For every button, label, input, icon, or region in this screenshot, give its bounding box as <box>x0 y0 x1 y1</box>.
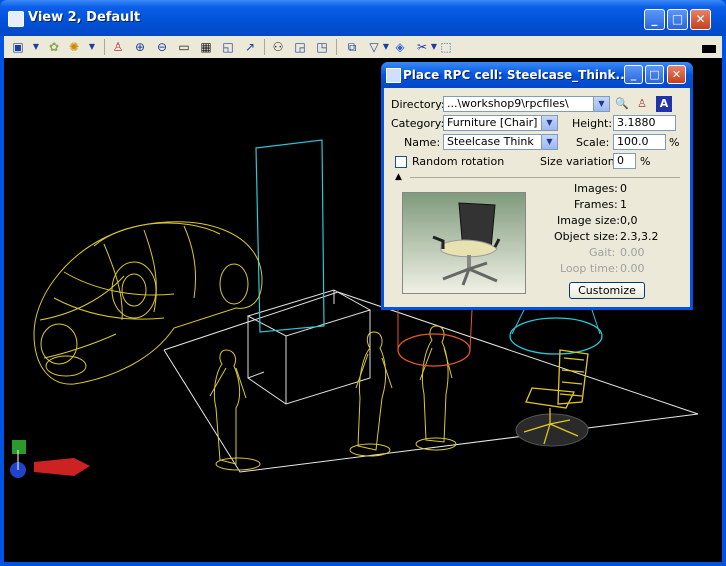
random-rotation-label[interactable]: Random rotation <box>412 155 504 168</box>
dialog-title-bar[interactable]: Place RPC cell: Steelcase_Think... _ □ ✕ <box>381 62 693 88</box>
height-input[interactable]: 3.1880 <box>613 115 676 131</box>
directory-label: Directory: <box>391 98 445 111</box>
frames-label: Frames: <box>574 198 618 211</box>
window-icon <box>8 11 24 27</box>
size-variation-label: Size variation: <box>540 155 619 168</box>
window-title: View 2, Default <box>28 10 141 25</box>
minimize-button[interactable]: _ <box>644 9 665 30</box>
images-label: Images: <box>574 182 618 195</box>
zoom-out-icon[interactable]: ⊖ <box>154 39 170 55</box>
copy-view-icon[interactable]: ⧉ <box>344 39 360 55</box>
size-variation-unit: % <box>640 155 651 168</box>
render-icon[interactable]: ✺ <box>66 39 82 55</box>
zoom-in-icon[interactable]: ⊕ <box>132 39 148 55</box>
window-area-icon[interactable]: ▭ <box>176 39 192 55</box>
view-next-icon[interactable]: ◳ <box>314 39 330 55</box>
size-variation-value: 0 <box>617 154 624 167</box>
frames-value: 1 <box>620 198 627 211</box>
fit-view-icon[interactable]: ▦ <box>198 39 214 55</box>
size-variation-input[interactable]: 0 <box>613 153 636 169</box>
rpc-preview-image <box>402 192 526 294</box>
collapse-triangle-icon[interactable]: ▲ <box>395 172 402 182</box>
image-size-label: Image size: <box>557 214 620 227</box>
dialog-maximize-button[interactable]: □ <box>645 65 664 84</box>
directory-combo[interactable]: ...\workshop9\rpcfiles\ ▼ <box>443 96 610 112</box>
loop-time-label: Loop time: <box>560 262 619 275</box>
name-value: Steelcase Think <box>447 135 534 148</box>
minimize-icon: _ <box>630 68 637 81</box>
toolbar-separator <box>336 39 337 55</box>
brush-icon[interactable]: ♙ <box>634 96 650 112</box>
scale-input[interactable]: 100.0 <box>613 134 666 150</box>
scale-unit: % <box>669 136 680 149</box>
toolbar-separator <box>104 39 105 55</box>
height-value: 3.1880 <box>617 116 656 129</box>
search-icon[interactable]: 🔍 <box>614 96 630 112</box>
maximize-icon: □ <box>671 12 684 26</box>
loop-time-value: 0.00 <box>620 262 645 275</box>
name-label: Name: <box>404 136 441 149</box>
title-bar[interactable]: View 2, Default _ □ ✕ <box>0 0 726 36</box>
chevron-down-icon[interactable]: ▼ <box>541 135 557 149</box>
dialog-icon <box>386 68 401 83</box>
divider <box>410 177 680 178</box>
dropdown-arrow-icon[interactable]: ▼ <box>28 39 44 55</box>
font-icon[interactable]: A <box>656 96 672 112</box>
close-icon: ✕ <box>671 68 682 81</box>
pan-view-icon[interactable]: ↗ <box>242 39 258 55</box>
close-icon: ✕ <box>695 12 706 26</box>
chevron-down-icon[interactable]: ▼ <box>593 97 609 111</box>
minimize-icon: _ <box>651 12 658 26</box>
maximize-button[interactable]: □ <box>667 9 688 30</box>
place-rpc-cell-dialog: Place RPC cell: Steelcase_Think... _ □ ✕… <box>381 62 693 310</box>
name-combo[interactable]: Steelcase Think ▼ <box>443 134 558 150</box>
gait-label: Gait: <box>589 246 616 259</box>
dropdown-arrow-icon[interactable]: ▼ <box>84 39 100 55</box>
view-attributes-icon[interactable]: ▣ <box>10 39 26 55</box>
category-value: Furniture [Chair] <box>447 116 538 129</box>
object-size-value: 2.3,3.2 <box>620 230 659 243</box>
image-size-value: 0,0 <box>620 214 638 227</box>
scale-value: 100.0 <box>617 135 649 148</box>
rotate-view-icon[interactable]: ◱ <box>220 39 236 55</box>
dialog-title: Place RPC cell: Steelcase_Think... <box>403 68 630 82</box>
gait-value: 0.00 <box>620 246 645 259</box>
directory-value: ...\workshop9\rpcfiles\ <box>447 97 569 110</box>
close-button[interactable]: ✕ <box>690 9 711 30</box>
toolbar-indicator <box>702 45 716 53</box>
random-rotation-checkbox[interactable] <box>395 156 407 168</box>
dialog-minimize-button[interactable]: _ <box>624 65 643 84</box>
scale-label: Scale: <box>576 136 610 149</box>
display-set-icon[interactable]: ⬚ <box>438 39 454 55</box>
maximize-icon: □ <box>649 68 660 81</box>
view-toolbar: ▣ ▼ ✿ ✺ ▼ ♙ ⊕ ⊖ ▭ ▦ ◱ ↗ ⚇ ◲ ◳ ⧉ ▽ ▼ ◈ ✂ … <box>4 36 722 58</box>
dialog-close-button[interactable]: ✕ <box>667 65 686 84</box>
view-previous-icon[interactable]: ◲ <box>292 39 308 55</box>
customize-button[interactable]: Customize <box>569 282 645 299</box>
walk-icon[interactable]: ⚇ <box>270 39 286 55</box>
chair-preview-graphic <box>432 202 501 286</box>
toolbar-separator <box>264 39 265 55</box>
category-combo[interactable]: Furniture [Chair] ▼ <box>443 115 558 131</box>
chevron-down-icon[interactable]: ▼ <box>541 116 557 130</box>
brightness-icon[interactable]: ♙ <box>110 39 126 55</box>
view-display-icon[interactable]: ✿ <box>46 39 62 55</box>
height-label: Height: <box>572 117 613 130</box>
dialog-body: Directory: ...\workshop9\rpcfiles\ ▼ 🔍 ♙… <box>384 88 690 307</box>
images-value: 0 <box>620 182 627 195</box>
category-label: Category: <box>391 117 445 130</box>
camera-icon[interactable]: ◈ <box>392 39 408 55</box>
object-size-label: Object size: <box>554 230 619 243</box>
